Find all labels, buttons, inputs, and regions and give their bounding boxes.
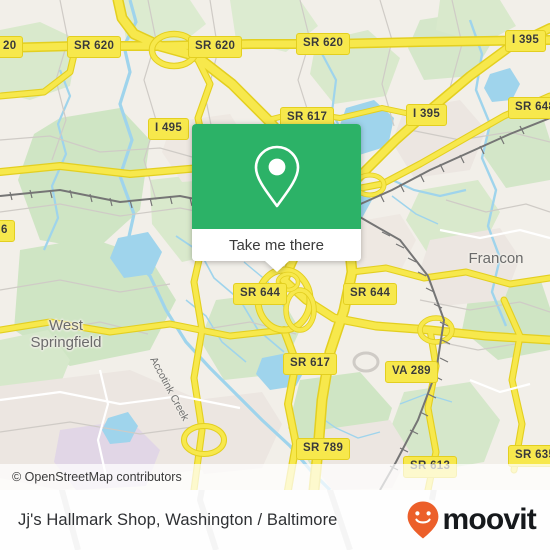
- footer-bar: Jj's Hallmark Shop, Washington / Baltimo…: [0, 490, 550, 550]
- attribution-bar: © OpenStreetMap contributors: [0, 464, 550, 490]
- shield-va-289: VA 289: [385, 361, 438, 383]
- shield-sr-789: SR 789: [296, 438, 351, 460]
- shield-sr-620-a: SR 620: [67, 36, 122, 58]
- shield-left-clipped: 6: [0, 220, 15, 242]
- map-screenshot: 20 SR 620 SR 620 SR 620 I 395 SR 617 I 395 SR 6…: [0, 0, 550, 550]
- shield-sr-644-a: SR 644: [233, 283, 288, 305]
- shield-sr-648: SR 648: [508, 97, 550, 119]
- shield-sr-620-c: SR 620: [296, 33, 351, 55]
- shield-i-395-b: I 395: [406, 104, 448, 126]
- shield-i-495: I 495: [148, 118, 190, 140]
- map-canvas[interactable]: 20 SR 620 SR 620 SR 620 I 395 SR 617 I 395 SR 6…: [0, 0, 550, 490]
- moovit-pin-icon: [408, 501, 439, 539]
- shield-sr-617-b: SR 617: [283, 353, 338, 375]
- page-title: Jj's Hallmark Shop, Washington / Baltimo…: [18, 510, 338, 529]
- shield-sr-620-b: SR 620: [188, 36, 243, 58]
- moovit-logo[interactable]: moovit: [406, 500, 537, 540]
- popup-header: [192, 124, 361, 229]
- take-me-there-label: Take me there: [228, 236, 325, 254]
- shield-i-395-a: I 395: [505, 30, 547, 52]
- shield-sr-644-b: SR 644: [343, 283, 398, 305]
- moovit-wordmark: moovit: [442, 503, 536, 536]
- place-popup-card[interactable]: Take me there: [192, 124, 361, 272]
- popup-pointer-tail: [264, 261, 289, 272]
- openstreetmap-attribution[interactable]: © OpenStreetMap contributors: [12, 470, 182, 484]
- map-pin-icon: [254, 145, 299, 207]
- take-me-there-button[interactable]: Take me there: [192, 229, 361, 261]
- shield-sr-620-west-clipped: 20: [0, 36, 24, 58]
